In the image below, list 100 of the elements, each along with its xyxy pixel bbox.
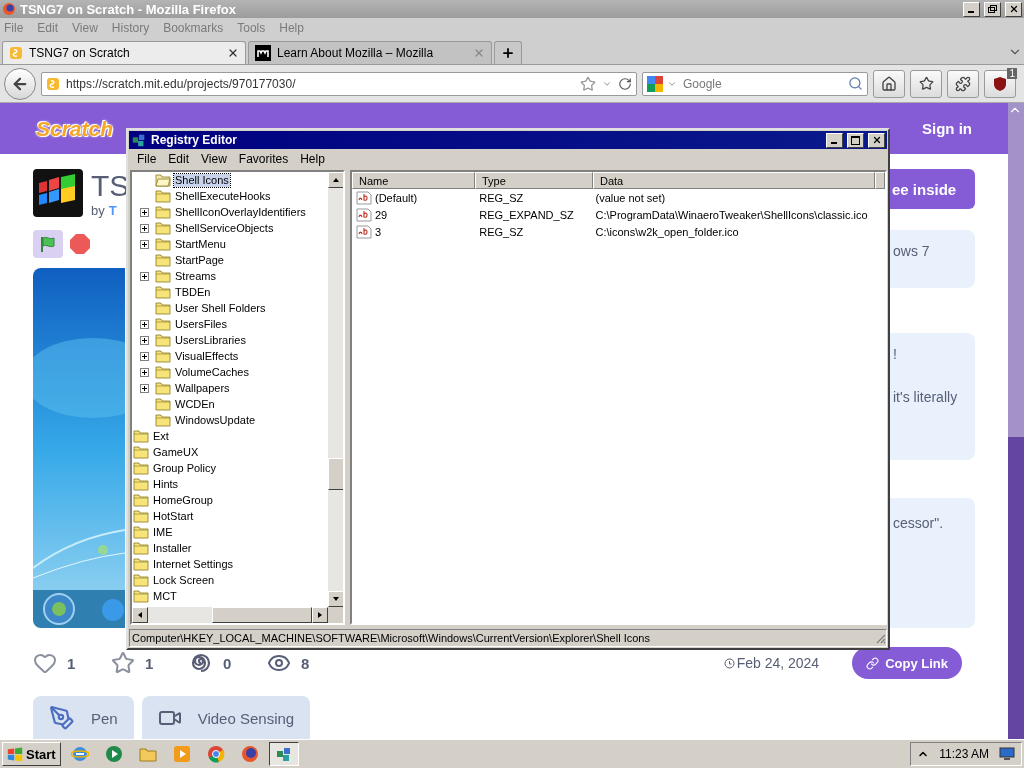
tree-item[interactable]: Installer [152, 541, 193, 555]
expand-icon[interactable] [139, 223, 149, 233]
bookmarks-button[interactable] [910, 69, 942, 98]
taskbar-button[interactable] [268, 742, 299, 766]
start-button[interactable]: Start [2, 742, 61, 766]
tree-item[interactable]: Lock Screen [152, 573, 216, 587]
tree-item[interactable]: WCDEn [174, 397, 216, 411]
menu-item[interactable]: Edit [168, 151, 190, 166]
expand-icon[interactable] [139, 271, 149, 281]
extension-button[interactable]: 1 [984, 69, 1016, 98]
tree-item[interactable]: HomeGroup [152, 493, 214, 507]
menu-item[interactable]: Help [300, 151, 325, 166]
folder-icon [133, 573, 149, 587]
tree-item[interactable]: StartPage [174, 253, 225, 267]
addons-button[interactable] [947, 69, 979, 98]
tree-item[interactable]: Group Policy [152, 461, 217, 475]
search-icon[interactable] [848, 76, 863, 91]
browser-tab[interactable]: Learn About Mozilla – Mozilla [248, 41, 492, 64]
folder-icon [133, 509, 149, 523]
close-button[interactable] [1005, 1, 1022, 17]
value-row[interactable]: (Default) REG_SZ (value not set) [352, 189, 885, 206]
browser-tab[interactable]: TSNG7 on Scratch [2, 41, 246, 64]
resize-grip-icon[interactable] [874, 632, 886, 644]
sign-in-link[interactable]: Sign in [922, 120, 972, 137]
tree-item[interactable]: IME [152, 525, 174, 539]
tree-item[interactable]: VolumeCaches [174, 365, 250, 379]
value-row[interactable]: 3 REG_SZ C:\icons\w2k_open_folder.ico [352, 223, 885, 240]
menu-item[interactable]: View [201, 151, 227, 166]
stop-icon[interactable] [69, 233, 91, 255]
flag-icon [39, 235, 57, 253]
stat-count: 0 [223, 654, 232, 672]
tree-item[interactable]: Internet Settings [152, 557, 235, 571]
scrollbar[interactable] [1008, 103, 1024, 739]
value-type: REG_SZ [479, 225, 524, 238]
reload-icon[interactable] [618, 76, 632, 91]
star-icon[interactable] [111, 651, 135, 675]
tree-item[interactable]: GameUX [152, 445, 200, 459]
tree-item[interactable]: StartMenu [174, 237, 227, 251]
monitor-icon[interactable] [999, 747, 1015, 761]
back-button[interactable] [4, 67, 36, 100]
tree-item[interactable]: MCT [152, 589, 178, 603]
home-button[interactable] [873, 69, 905, 98]
url-text: https://scratch.mit.edu/projects/970177030/ [66, 76, 297, 91]
expand-icon[interactable] [139, 351, 149, 361]
tree-item[interactable]: WindowsUpdate [174, 413, 257, 427]
expand-icon[interactable] [139, 239, 149, 249]
tree-item[interactable]: ShellExecuteHooks [174, 189, 272, 203]
menu-item[interactable]: Favorites [238, 151, 289, 166]
column-header[interactable]: Type [475, 172, 593, 189]
tree-item[interactable]: Streams [174, 269, 217, 283]
see-inside-button[interactable]: ee inside [890, 169, 975, 209]
card-text: ows 7 [893, 242, 931, 260]
column-header[interactable]: Data [593, 172, 875, 189]
tree-item[interactable]: VisualEffects [174, 349, 240, 363]
tree-item[interactable]: UsersLibraries [174, 333, 247, 347]
flag-button[interactable] [33, 230, 63, 258]
close-icon[interactable] [227, 47, 239, 59]
home-icon [881, 75, 897, 92]
menu-item[interactable]: File [137, 151, 157, 166]
scroll-thumb[interactable] [212, 607, 312, 623]
maximize-button[interactable] [847, 132, 864, 148]
bookmark-star-icon[interactable] [580, 75, 596, 92]
search-bar[interactable]: Google [642, 71, 868, 96]
cat-icon [46, 76, 60, 91]
address-field[interactable]: https://scratch.mit.edu/projects/970177030/ [41, 71, 637, 96]
tree-item[interactable]: TBDEn [174, 285, 212, 299]
heart-icon[interactable] [33, 651, 57, 675]
minimize-button[interactable] [963, 1, 980, 17]
stat-count: 1 [67, 654, 76, 672]
copy-link-button[interactable]: Copy Link [852, 647, 962, 679]
scrollbar[interactable] [132, 607, 328, 623]
scrollbar[interactable] [328, 172, 343, 607]
expand-icon[interactable] [139, 319, 149, 329]
restore-button[interactable] [984, 1, 1001, 17]
window-title: TSNG7 on Scratch - Mozilla Firefox [20, 1, 237, 17]
folder-icon [155, 317, 171, 331]
tree-item[interactable]: HotStart [152, 509, 195, 523]
tree-item[interactable]: UsersFiles [174, 317, 228, 331]
new-tab-button[interactable] [494, 41, 522, 64]
tree-item[interactable]: ShellServiceObjects [174, 221, 275, 235]
expand-icon[interactable] [139, 207, 149, 217]
tree-item[interactable]: Wallpapers [174, 381, 231, 395]
tree-item[interactable]: Shell Icons [174, 173, 230, 187]
value-name: (Default) [375, 191, 418, 204]
expand-icon[interactable] [139, 383, 149, 393]
expand-icon[interactable] [139, 367, 149, 377]
tree-item[interactable]: User Shell Folders [174, 301, 267, 315]
open-folder-icon [155, 173, 171, 187]
tree-item[interactable]: ShellIconOverlayIdentifiers [174, 205, 307, 219]
scroll-thumb[interactable] [1008, 437, 1024, 739]
tree-item[interactable]: Ext [152, 429, 170, 443]
tree-item[interactable]: Hints [152, 477, 180, 491]
minimize-button[interactable] [826, 132, 843, 148]
scroll-thumb[interactable] [328, 458, 343, 490]
column-header[interactable]: Name [352, 172, 475, 189]
folder-icon [155, 397, 171, 411]
expand-icon[interactable] [139, 335, 149, 345]
close-button[interactable] [868, 132, 885, 148]
value-row[interactable]: 29 REG_EXPAND_SZ C:\ProgramData\WinaeroTweaker\ShellIcons\classic.ico [352, 206, 885, 223]
folder-icon [155, 333, 171, 347]
